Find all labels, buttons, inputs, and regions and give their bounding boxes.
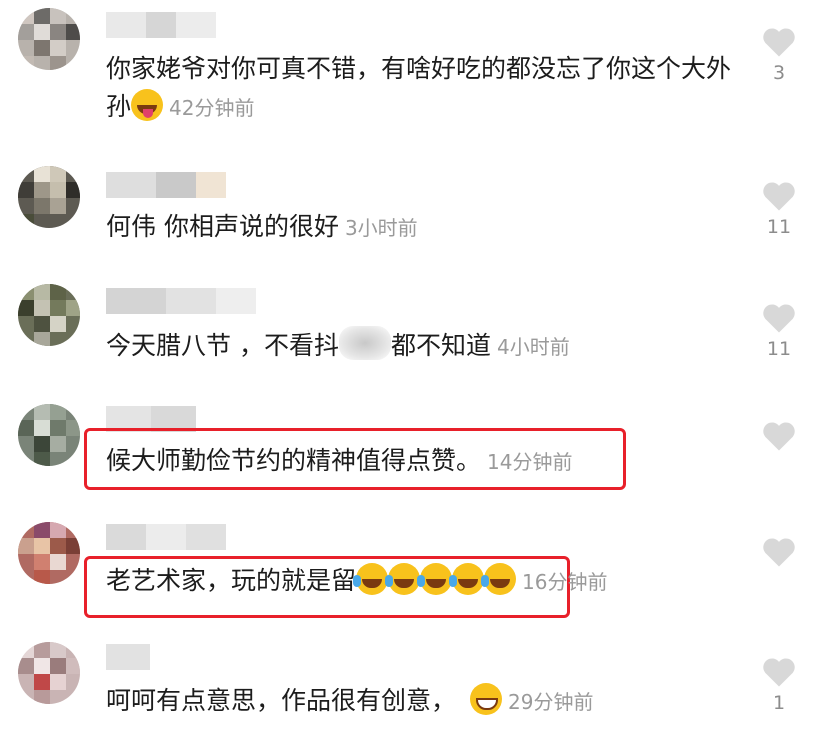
comment-body: 老艺术家，玩的就是留	[106, 566, 357, 595]
avatar[interactable]	[18, 522, 80, 584]
heart-icon	[763, 422, 795, 451]
heart-icon	[763, 304, 795, 333]
grinning-emoji-icon	[470, 683, 503, 715]
laughing-tears-emoji-icon	[449, 563, 485, 595]
avatar[interactable]	[18, 404, 80, 466]
heart-icon	[763, 658, 795, 687]
comment-body: 呵呵有点意思，作品很有创意，	[106, 686, 457, 715]
timestamp: 16分钟前	[522, 570, 608, 594]
username[interactable]	[106, 524, 226, 550]
username[interactable]	[106, 644, 150, 670]
avatar[interactable]	[18, 166, 80, 228]
comment-body: 候大师勤俭节约的精神值得点赞。	[106, 446, 482, 475]
comment-body: 何伟 你相声说的很好	[106, 212, 339, 241]
laughing-tears-emoji-icon	[481, 563, 517, 595]
like-button[interactable]: 1	[758, 656, 800, 714]
like-button[interactable]: 3	[758, 26, 800, 84]
like-button[interactable]: 11	[758, 302, 800, 360]
comment-text: 你家姥爷对你可真不错，有啥好吃的都没忘了你这个大外孙 42分钟前	[106, 50, 736, 127]
blurred-text	[338, 326, 391, 360]
comment-text: 候大师勤俭节约的精神值得点赞。 14分钟前	[106, 442, 736, 481]
avatar[interactable]	[18, 284, 80, 346]
timestamp: 14分钟前	[487, 450, 573, 474]
timestamp: 42分钟前	[169, 96, 255, 120]
timestamp: 3小时前	[344, 216, 418, 240]
comment-text: 何伟 你相声说的很好 3小时前	[106, 208, 736, 247]
tongue-out-emoji-icon	[131, 89, 164, 121]
like-count: 3	[772, 62, 786, 84]
avatar[interactable]	[18, 8, 80, 70]
heart-icon	[763, 538, 795, 567]
heart-icon	[763, 28, 795, 57]
like-button[interactable]	[758, 536, 800, 572]
timestamp: 4小时前	[496, 335, 570, 359]
avatar[interactable]	[18, 642, 80, 704]
timestamp: 29分钟前	[508, 690, 594, 714]
username[interactable]	[106, 172, 226, 198]
laughing-tears-emoji-icon	[385, 563, 421, 595]
comment-text: 呵呵有点意思，作品很有创意， 29分钟前	[106, 682, 736, 721]
heart-icon	[763, 182, 795, 211]
comment-text: 老艺术家，玩的就是留 16分钟前	[106, 562, 736, 601]
comment-text: 今天腊八节 ，不看抖 都不知道 4小时前	[106, 326, 736, 366]
laughing-tears-emoji-icon	[353, 563, 389, 595]
like-count: 11	[766, 216, 792, 238]
like-count: 1	[772, 692, 786, 714]
comment-body-tail: 都不知道	[390, 331, 491, 360]
like-button[interactable]: 11	[758, 180, 800, 238]
username[interactable]	[106, 288, 256, 314]
comment-body: 今天腊八节 ，不看抖	[106, 331, 339, 360]
like-button[interactable]	[758, 420, 800, 456]
like-count: 11	[766, 338, 792, 360]
username[interactable]	[106, 12, 216, 38]
laughing-tears-emoji-icon	[417, 563, 453, 595]
